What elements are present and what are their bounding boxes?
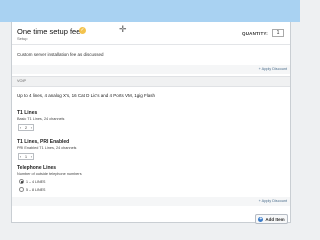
voip-header: VOIP <box>12 76 290 87</box>
chevron-right-icon[interactable]: › <box>31 155 32 159</box>
stepper-value: 1 <box>25 154 27 159</box>
apply-discount-row: + Apply Discount <box>12 65 290 74</box>
quantity-stepper[interactable]: ‹ 2 › <box>18 124 34 131</box>
item-description[interactable]: Custom server installation fee as discus… <box>17 52 104 57</box>
radio-option[interactable]: 1 – 4 LINES <box>19 179 45 184</box>
move-cross-icon[interactable]: ✛ <box>119 25 127 34</box>
telephone-lines-description: Number of outside telephone numbers <box>17 172 82 176</box>
apply-discount-link[interactable]: + Apply Discount <box>259 67 287 71</box>
radio-button[interactable] <box>19 187 24 192</box>
item-description-row: Custom server installation fee as discus… <box>12 44 290 66</box>
add-item-label: Add Item <box>265 216 285 222</box>
radio-label: 1 – 4 LINES <box>26 179 46 184</box>
option-title: T1 Lines, PRI Enabled <box>17 139 70 145</box>
quantity-label: QUANTITY: <box>242 31 268 36</box>
voip-label: VOIP <box>17 79 27 83</box>
option-description: Basic T1 Lines, 24 channels <box>17 117 65 121</box>
check-circle-icon: ✓ <box>79 27 86 34</box>
chevron-left-icon[interactable]: ‹ <box>20 155 21 159</box>
telephone-lines-title: Telephone Lines <box>17 165 57 171</box>
chevron-left-icon[interactable]: ‹ <box>20 126 21 130</box>
stepper-value: 2 <box>25 125 27 130</box>
line-item-header: One time setup fee ✓ Setup ✛ QUANTITY: 1 <box>12 22 290 43</box>
option-title: T1 Lines <box>17 110 38 116</box>
apply-discount-row: + Apply Discount <box>12 197 290 206</box>
option-description: PRI Enabled T1 Lines, 24 channels <box>17 146 77 150</box>
radio-button-selected[interactable] <box>19 179 24 184</box>
voip-summary: Up to 4 lines, 4 analog X's, 16 Cat D Li… <box>17 93 156 98</box>
quantity-stepper[interactable]: ‹ 1 › <box>18 153 34 160</box>
chevron-right-icon[interactable]: › <box>31 126 32 130</box>
plus-icon: + <box>258 215 264 222</box>
line-items-panel: One time setup fee ✓ Setup ✛ QUANTITY: 1… <box>11 22 291 223</box>
apply-discount-link[interactable]: + Apply Discount <box>259 199 287 203</box>
add-item-button[interactable]: + Add Item <box>255 214 288 224</box>
item-subtitle: Setup <box>17 36 28 41</box>
item-title[interactable]: One time setup fee <box>17 27 80 36</box>
radio-option[interactable]: 5 – 8 LINES <box>19 187 45 192</box>
top-bar <box>0 0 300 22</box>
quantity-input[interactable]: 1 <box>272 29 284 37</box>
radio-label: 5 – 8 LINES <box>26 187 46 192</box>
